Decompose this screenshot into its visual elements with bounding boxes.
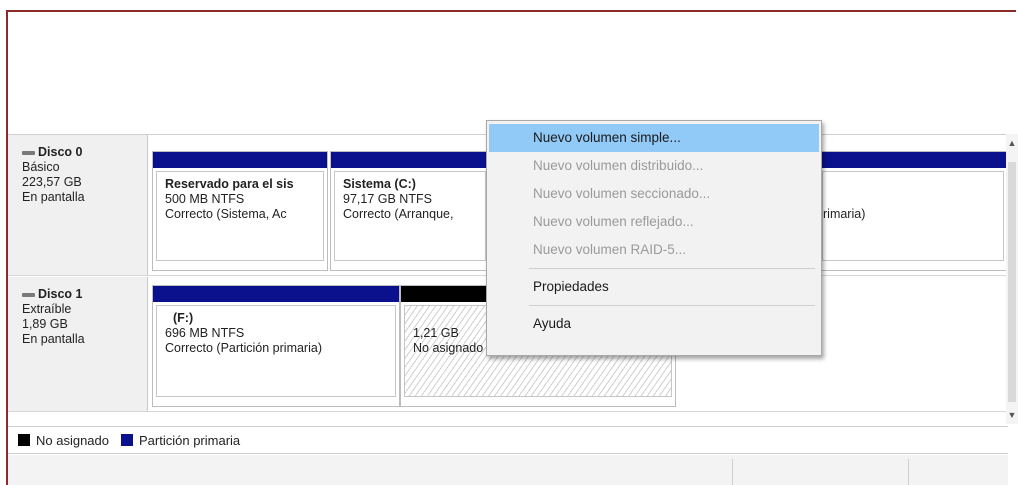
partition-primary-third[interactable]: rimaria) (818, 151, 1008, 271)
partition-status: Correcto (Sistema, Ac (165, 207, 287, 221)
unallocated-swatch (18, 434, 30, 446)
disk-icon (22, 292, 35, 297)
partition-size: 696 MB NTFS (165, 326, 245, 340)
disk-status: En pantalla (22, 332, 85, 346)
menu-item-new-raid5-volume[interactable]: Nuevo volumen RAID-5... (489, 236, 819, 264)
partition-color-bar (819, 152, 1007, 168)
chevron-down-icon[interactable]: ▼ (1006, 408, 1018, 422)
partition-system-c[interactable]: Sistema (C:) 97,17 GB NTFS Correcto (Arr… (330, 151, 490, 271)
partition-color-bar (331, 152, 489, 168)
status-divider (732, 459, 733, 485)
disk-icon (22, 150, 35, 155)
disk-1-label[interactable]: Disco 1 Extraíble 1,89 GB En pantalla (8, 277, 148, 411)
status-bar (8, 455, 1008, 485)
legend-primary: Partición primaria (121, 433, 240, 448)
partition-status: Correcto (Partición primaria) (165, 341, 322, 355)
legend-label: Partición primaria (139, 432, 241, 448)
menu-item-new-simple-volume[interactable]: Nuevo volumen simple... (489, 124, 819, 152)
partition-status: Correcto (Arranque, (343, 207, 454, 221)
primary-swatch (121, 434, 133, 446)
legend-label: No asignado (36, 432, 109, 448)
disk-size: 223,57 GB (22, 175, 82, 189)
menu-item-new-striped-volume[interactable]: Nuevo volumen seccionado... (489, 180, 819, 208)
disk-type: Básico (22, 160, 60, 174)
disk-type: Extraíble (22, 302, 72, 316)
menu-separator (529, 268, 815, 269)
legend: No asignado Partición primaria (8, 426, 1008, 454)
menu-item-new-spanned-volume[interactable]: Nuevo volumen distribuido... (489, 152, 819, 180)
chevron-up-icon[interactable]: ▲ (1006, 136, 1018, 150)
partition-title: Sistema (C:) (343, 177, 416, 191)
disk-name: Disco 1 (38, 287, 83, 301)
disk-name: Disco 0 (38, 145, 83, 159)
disk-0-label[interactable]: Disco 0 Básico 223,57 GB En pantalla (8, 135, 148, 275)
volume-list-area (8, 12, 1016, 134)
context-menu: Nuevo volumen simple... Nuevo volumen di… (486, 120, 822, 356)
disk-status: En pantalla (22, 190, 85, 204)
status-divider (908, 459, 909, 485)
partition-color-bar (153, 152, 327, 168)
disk-size: 1,89 GB (22, 317, 68, 331)
partition-f[interactable]: (F:) 696 MB NTFS Correcto (Partición pri… (152, 285, 400, 407)
partition-size: 500 MB NTFS (165, 192, 245, 206)
partition-title: Reservado para el sis (165, 177, 294, 191)
menu-separator (529, 305, 815, 306)
menu-item-help[interactable]: Ayuda (489, 310, 819, 338)
partition-reserved[interactable]: Reservado para el sis 500 MB NTFS Correc… (152, 151, 328, 271)
partition-title: (F:) (173, 311, 194, 325)
menu-item-new-mirrored-volume[interactable]: Nuevo volumen reflejado... (489, 208, 819, 236)
legend-unallocated: No asignado (18, 433, 109, 448)
menu-item-properties[interactable]: Propiedades (489, 273, 819, 301)
partition-status: rimaria) (823, 207, 866, 221)
scroll-thumb[interactable] (1008, 162, 1016, 402)
partition-color-bar (153, 286, 399, 302)
partition-size: 97,17 GB NTFS (343, 192, 432, 206)
vertical-scrollbar[interactable]: ▲ ▼ (1006, 134, 1018, 424)
